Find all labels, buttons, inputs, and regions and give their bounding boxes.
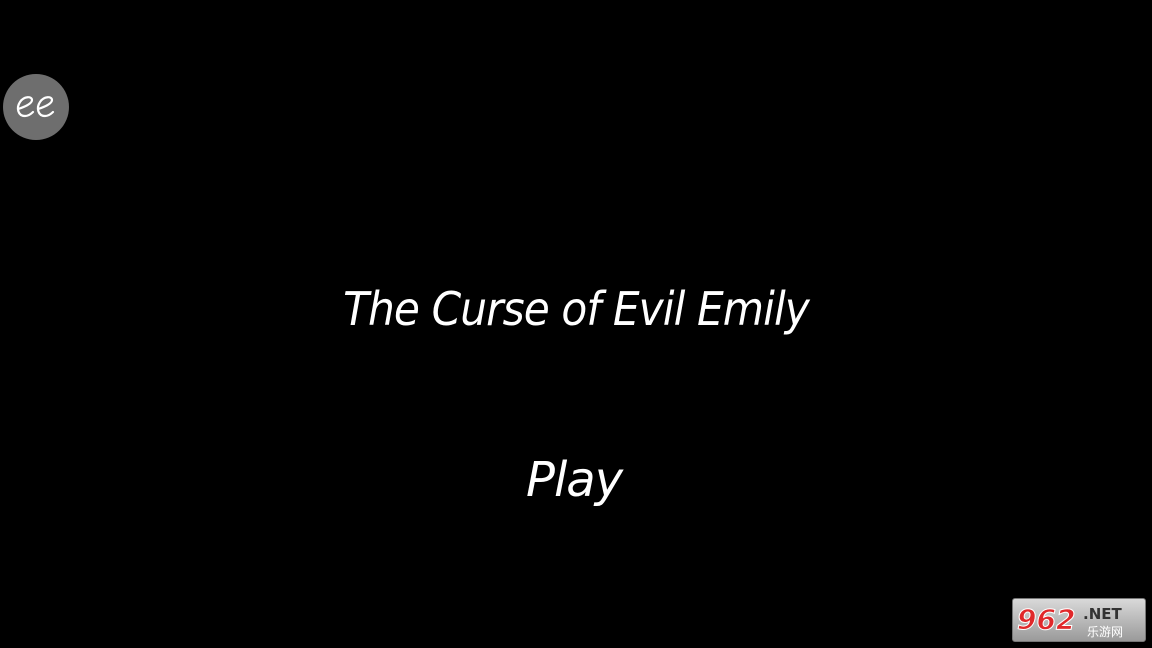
watermark-logo: 962 .NET 乐游网	[1017, 603, 1124, 640]
play-button[interactable]: Play	[526, 452, 623, 508]
svg-text:.NET: .NET	[1083, 605, 1122, 623]
game-title: The Curse of Evil Emily	[343, 282, 810, 336]
game-screen: The Curse of Evil Emily Play 962 .NET 乐游…	[0, 0, 1152, 648]
ee-logo-icon[interactable]	[3, 74, 69, 140]
site-watermark: 962 .NET 乐游网	[1012, 598, 1146, 642]
svg-text:乐游网: 乐游网	[1087, 625, 1123, 639]
svg-text:962: 962	[1017, 603, 1075, 636]
ee-glyph	[16, 96, 55, 118]
